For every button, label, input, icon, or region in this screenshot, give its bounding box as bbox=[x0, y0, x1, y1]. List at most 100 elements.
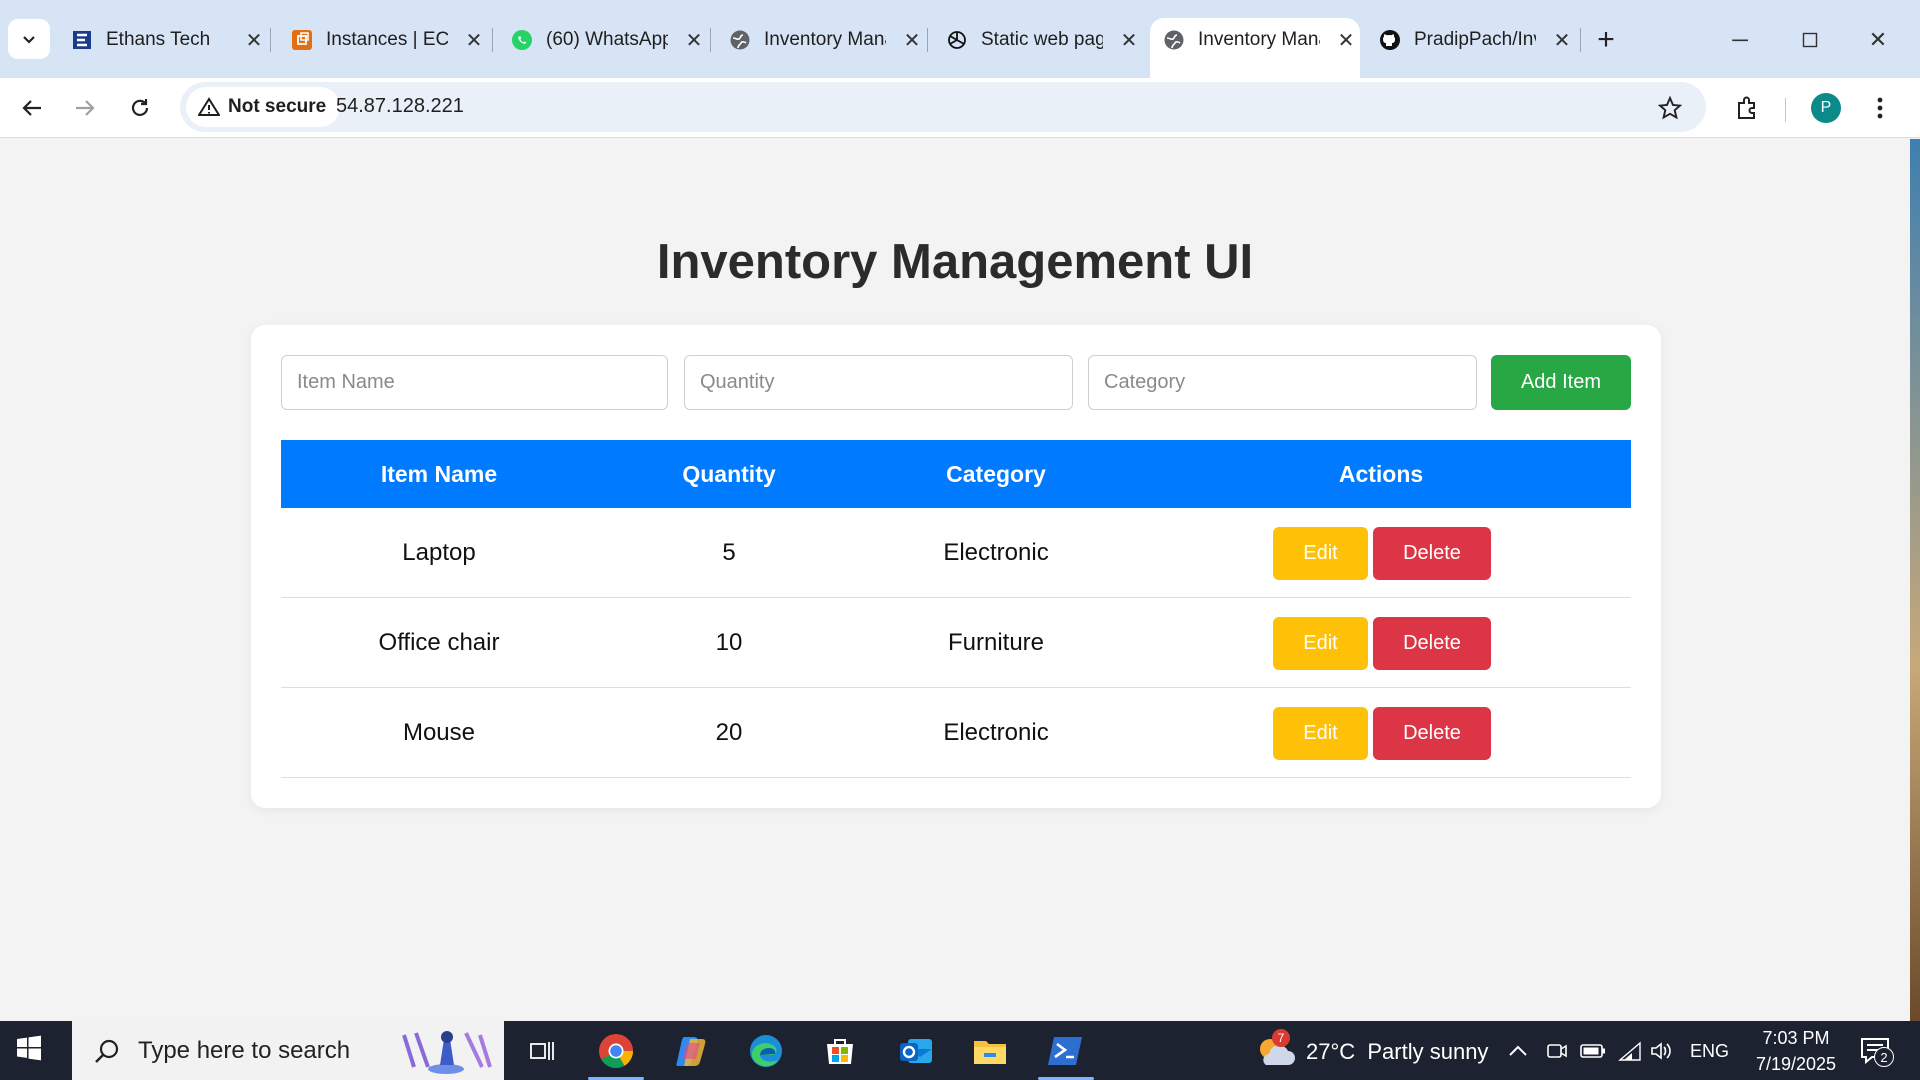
security-chip[interactable]: Not secure bbox=[186, 87, 341, 127]
microsoft-store-icon[interactable] bbox=[818, 1029, 862, 1073]
tab-inventory-management-1[interactable]: Inventory Management ✕ bbox=[728, 18, 926, 62]
table-header: Item Name Quantity Category Actions bbox=[281, 440, 1631, 508]
search-highlight-illustration-icon bbox=[402, 1031, 492, 1074]
tab-instances-ec2[interactable]: Instances | EC2 ✕ bbox=[290, 18, 488, 62]
quantity-input[interactable] bbox=[684, 355, 1073, 410]
close-icon[interactable]: ✕ bbox=[240, 26, 268, 54]
tab-title: Ethans Tech bbox=[106, 29, 211, 50]
browser-toolbar: Not secure 54.87.128.221 P bbox=[0, 78, 1920, 138]
header-quantity: Quantity bbox=[682, 460, 776, 487]
cell-quantity: 10 bbox=[715, 629, 743, 656]
file-explorer-icon[interactable] bbox=[968, 1029, 1012, 1073]
url-text[interactable]: 54.87.128.221 bbox=[336, 95, 464, 118]
inventory-card: Add Item Item Name Quantity Category Act… bbox=[251, 325, 1661, 808]
search-placeholder: Type here to search bbox=[138, 1036, 351, 1064]
more-menu-icon[interactable] bbox=[1860, 88, 1900, 128]
clock-time: 7:03 PM bbox=[1762, 1028, 1830, 1048]
wifi-icon[interactable] bbox=[1618, 1037, 1642, 1065]
maximize-icon[interactable] bbox=[1790, 22, 1830, 58]
close-icon[interactable]: ✕ bbox=[1115, 26, 1143, 54]
profile-avatar[interactable]: P bbox=[1806, 88, 1846, 128]
tab-search-button[interactable] bbox=[8, 19, 50, 59]
security-label: Not secure bbox=[228, 96, 327, 117]
battery-icon[interactable] bbox=[1580, 1037, 1606, 1065]
weather-widget[interactable]: 7 27°C Partly sunny bbox=[1256, 1029, 1489, 1069]
globe-icon bbox=[728, 28, 752, 52]
cell-item-name: Laptop bbox=[402, 539, 476, 566]
powershell-icon[interactable] bbox=[1044, 1029, 1088, 1073]
windows-taskbar: Type here to search 7 27°C Partly sunny … bbox=[0, 1021, 1920, 1080]
edit-button[interactable]: Edit bbox=[1273, 617, 1368, 670]
cell-category: Furniture bbox=[947, 629, 1045, 656]
task-view-icon[interactable] bbox=[520, 1029, 564, 1073]
add-item-button[interactable]: Add Item bbox=[1491, 355, 1631, 410]
back-arrow-icon[interactable] bbox=[12, 88, 52, 128]
header-category: Category bbox=[946, 460, 1046, 487]
close-icon[interactable]: ✕ bbox=[680, 26, 708, 54]
address-bar[interactable]: Not secure 54.87.128.221 bbox=[180, 82, 1706, 132]
system-clock[interactable]: 7:03 PM 7/19/2025 bbox=[1734, 1025, 1858, 1077]
window-close-icon[interactable]: ✕ bbox=[1858, 22, 1898, 58]
new-tab-plus-icon[interactable]: + bbox=[1588, 22, 1624, 58]
tab-static-web-page[interactable]: Static web page ✕ bbox=[945, 18, 1143, 62]
delete-button[interactable]: Delete bbox=[1373, 527, 1491, 580]
weather-alert-badge: 7 bbox=[1272, 1029, 1290, 1047]
close-icon[interactable]: ✕ bbox=[1548, 26, 1576, 54]
tab-title: Instances | EC2 bbox=[326, 29, 448, 50]
tab-title: Inventory Management bbox=[764, 29, 886, 50]
delete-button[interactable]: Delete bbox=[1373, 707, 1491, 760]
tab-github[interactable]: PradipPach/Inventory ✕ bbox=[1378, 18, 1576, 62]
aws-ec2-icon bbox=[290, 28, 314, 52]
weather-text: 27°C Partly sunny bbox=[1306, 1039, 1489, 1064]
bookmark-star-icon[interactable] bbox=[1652, 90, 1688, 126]
edit-button[interactable]: Edit bbox=[1273, 527, 1368, 580]
tab-inventory-management-active[interactable]: Inventory Management ✕ bbox=[1150, 18, 1360, 78]
cell-category: Electronic bbox=[943, 719, 1049, 746]
reload-icon[interactable] bbox=[120, 88, 160, 128]
notification-count-badge: 2 bbox=[1874, 1047, 1894, 1067]
desktop-wallpaper-edge bbox=[1910, 139, 1920, 1021]
chrome-icon[interactable] bbox=[594, 1029, 638, 1073]
show-hidden-icons-chevron-icon[interactable] bbox=[1508, 1037, 1528, 1065]
header-item-name: Item Name bbox=[380, 460, 498, 487]
partly-sunny-icon: 7 bbox=[1256, 1029, 1296, 1069]
tab-whatsapp[interactable]: (60) WhatsApp ✕ bbox=[510, 18, 708, 62]
openai-icon bbox=[945, 28, 969, 52]
tab-ethans-tech[interactable]: Ethans Tech ✕ bbox=[70, 18, 268, 62]
delete-button[interactable]: Delete bbox=[1373, 617, 1491, 670]
volume-icon[interactable] bbox=[1650, 1037, 1674, 1065]
edit-button[interactable]: Edit bbox=[1273, 707, 1368, 760]
meet-now-icon[interactable] bbox=[1546, 1037, 1568, 1065]
taskbar-search-box[interactable]: Type here to search bbox=[72, 1021, 504, 1080]
outlook-icon[interactable] bbox=[894, 1029, 938, 1073]
extensions-puzzle-icon[interactable] bbox=[1728, 88, 1768, 128]
cell-item-name: Office chair bbox=[378, 629, 500, 656]
forward-arrow-icon[interactable] bbox=[65, 88, 105, 128]
tab-strip: Ethans Tech ✕ Instances | EC2 ✕ (60) Wha… bbox=[0, 0, 1920, 78]
ethans-logo-icon bbox=[70, 28, 94, 52]
cell-item-name: Mouse bbox=[402, 719, 476, 746]
chevron-down-icon bbox=[23, 36, 35, 44]
page-title: Inventory Management UI bbox=[656, 235, 1254, 289]
language-indicator[interactable]: ENG bbox=[1690, 1037, 1729, 1065]
tab-title: (60) WhatsApp bbox=[546, 29, 668, 50]
warning-triangle-icon bbox=[198, 97, 220, 116]
web-page: Inventory Management UI Add Item Item Na… bbox=[0, 139, 1910, 1021]
notification-center-icon[interactable]: 2 bbox=[1858, 1033, 1894, 1069]
clock-date: 7/19/2025 bbox=[1755, 1054, 1837, 1074]
close-icon[interactable]: ✕ bbox=[1332, 26, 1360, 54]
item-name-input[interactable] bbox=[281, 355, 668, 410]
whatsapp-icon bbox=[510, 28, 534, 52]
minimize-icon[interactable]: ─ bbox=[1720, 22, 1760, 58]
close-icon[interactable]: ✕ bbox=[460, 26, 488, 54]
cell-category: Electronic bbox=[943, 539, 1049, 566]
edge-icon[interactable] bbox=[744, 1029, 788, 1073]
tab-title: PradipPach/Inventory bbox=[1414, 29, 1536, 50]
close-icon[interactable]: ✕ bbox=[898, 26, 926, 54]
cell-quantity: 5 bbox=[722, 539, 736, 566]
cell-quantity: 20 bbox=[715, 719, 743, 746]
tab-title: Inventory Management bbox=[1198, 29, 1320, 50]
windows-start-icon[interactable] bbox=[16, 1035, 42, 1066]
copilot-icon[interactable] bbox=[670, 1029, 714, 1073]
category-input[interactable] bbox=[1088, 355, 1477, 410]
